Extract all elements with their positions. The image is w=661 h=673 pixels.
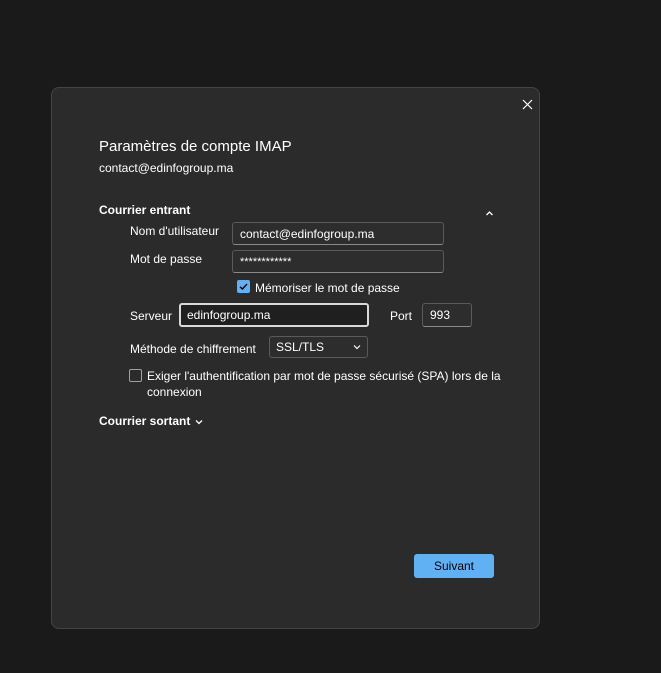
spa-label: Exiger l'authentification par mot de pas…	[147, 369, 501, 383]
encryption-value: SSL/TLS	[276, 340, 325, 354]
server-label: Serveur	[130, 309, 173, 323]
password-value: ************	[240, 255, 292, 268]
next-button-label: Suivant	[433, 559, 475, 573]
password-label: Mot de passe	[130, 252, 203, 266]
remember-password-label: Mémoriser le mot de passe	[255, 281, 400, 295]
outgoing-section-header[interactable]: Courrier sortant	[99, 414, 203, 428]
server-value: edinfogroup.ma	[187, 308, 271, 322]
password-input[interactable]: ************	[232, 250, 444, 273]
username-input[interactable]: contact@edinfogroup.ma	[232, 222, 444, 245]
port-value: 993	[430, 308, 451, 322]
outgoing-section-title: Courrier sortant	[99, 414, 191, 428]
dialog-title: Paramètres de compte IMAP	[99, 138, 292, 155]
checkmark-icon	[239, 283, 248, 290]
incoming-section-title: Courrier entrant	[99, 203, 191, 217]
port-input[interactable]: 993	[422, 303, 472, 327]
close-button[interactable]	[517, 94, 537, 114]
server-input[interactable]: edinfogroup.ma	[179, 303, 369, 327]
chevron-down-icon	[195, 419, 203, 425]
chevron-down-icon	[353, 345, 361, 350]
next-button[interactable]: Suivant	[414, 554, 494, 578]
account-email: contact@edinfogroup.ma	[99, 161, 234, 175]
close-icon	[522, 99, 532, 109]
port-label: Port	[390, 309, 413, 323]
username-label: Nom d'utilisateur	[130, 224, 219, 238]
username-value: contact@edinfogroup.ma	[240, 226, 375, 241]
spa-checkbox[interactable]	[129, 369, 142, 382]
chevron-up-icon	[486, 211, 493, 216]
imap-settings-dialog: Paramètres de compte IMAP contact@edinfo…	[51, 87, 540, 629]
incoming-section-header[interactable]: Courrier entrant	[99, 203, 190, 217]
encryption-label: Méthode de chiffrement	[130, 342, 256, 356]
encryption-select[interactable]: SSL/TLS	[269, 336, 368, 358]
incoming-collapse-toggle[interactable]	[485, 204, 494, 222]
remember-password-checkbox[interactable]	[237, 280, 250, 293]
spa-label-continued: connexion	[147, 385, 202, 399]
